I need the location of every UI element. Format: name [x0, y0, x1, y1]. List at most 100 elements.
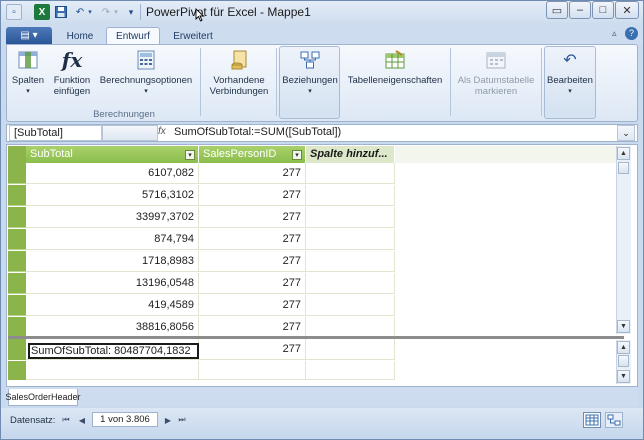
scroll-thumb[interactable]	[618, 162, 629, 174]
bearbeiten-button[interactable]: ↶ Bearbeiten ▾	[544, 48, 596, 97]
first-record-icon[interactable]: ⏮	[60, 414, 72, 426]
restore-button[interactable]: ▭	[546, 1, 568, 19]
row-selector[interactable]	[8, 295, 26, 316]
ribbon-separator	[276, 48, 277, 116]
cell-subtotal[interactable]: 6107,082	[26, 163, 199, 184]
scroll-down-icon[interactable]: ▼	[617, 320, 630, 333]
cell-subtotal[interactable]: 1718,8983	[26, 251, 199, 272]
mouse-cursor-icon	[195, 7, 205, 22]
cell-salespersonid[interactable]: 277	[199, 317, 306, 338]
measure-cell[interactable]: SumOfSubTotal: 80487704,1832	[28, 343, 199, 359]
calc-scroll-thumb[interactable]	[618, 355, 629, 367]
column-header-subtotal[interactable]: SubTotal	[26, 146, 199, 163]
cell-salespersonid[interactable]: 277	[199, 251, 306, 272]
cell-add-column[interactable]	[306, 317, 395, 338]
save-icon[interactable]	[53, 4, 69, 20]
next-record-icon[interactable]: ▶	[162, 414, 174, 426]
calc-cell[interactable]	[306, 361, 395, 380]
cell-subtotal[interactable]: 13196,0548	[26, 273, 199, 294]
beziehungen-button[interactable]: Beziehungen ▾	[280, 48, 340, 97]
berechnungsoptionen-label: Berechnungsoptionen	[99, 75, 193, 86]
ribbon-minimize-icon[interactable]: ▵	[612, 28, 622, 40]
row-selector[interactable]	[8, 317, 26, 338]
scroll-up-icon[interactable]: ▲	[617, 147, 630, 160]
row-selector[interactable]	[8, 229, 26, 250]
name-box[interactable]: [SubTotal]	[9, 125, 102, 141]
funktion-einfuegen-button[interactable]: fx Funktion einfügen	[50, 48, 94, 98]
calc-scroll-up-icon[interactable]: ▲	[617, 341, 630, 354]
cell-add-column[interactable]	[306, 273, 395, 294]
calc-cell[interactable]	[199, 341, 306, 360]
cell-salespersonid[interactable]: 277	[199, 185, 306, 206]
customize-qat-icon[interactable]: ▾	[123, 4, 139, 20]
verbindungen-label: Verbindungen	[209, 86, 269, 97]
select-all-corner[interactable]	[8, 146, 26, 163]
expand-formula-bar-icon[interactable]: ⌄	[617, 125, 635, 141]
previous-record-icon[interactable]: ◀	[76, 414, 88, 426]
window-menu-icon[interactable]: ▫	[6, 4, 22, 20]
close-button[interactable]: ✕	[615, 1, 639, 19]
diagram-view-icon[interactable]	[605, 412, 623, 428]
cell-salespersonid[interactable]: 277	[199, 273, 306, 294]
calc-cell[interactable]	[26, 361, 199, 380]
last-record-icon[interactable]: ⏭	[176, 414, 188, 426]
cell-add-column[interactable]	[306, 207, 395, 228]
cell-add-column[interactable]	[306, 229, 395, 250]
minimize-button[interactable]: –	[569, 1, 591, 19]
cell-add-column[interactable]	[306, 185, 395, 206]
grid-view-icon[interactable]	[583, 412, 601, 428]
cell-subtotal[interactable]: 38816,8056	[26, 317, 199, 338]
column-header-add-column[interactable]: Spalte hinzuf...	[306, 146, 395, 163]
row-selector[interactable]	[8, 185, 26, 206]
row-selector[interactable]	[8, 273, 26, 294]
column-header-label: Spalte hinzuf...	[310, 148, 388, 160]
spalten-label: Spalten	[11, 75, 45, 86]
tab-entwurf[interactable]: Entwurf	[106, 27, 160, 45]
filter-dropdown-icon[interactable]: ▾	[185, 150, 195, 160]
als-datumstabelle-button[interactable]: Als Datumstabelle markieren	[453, 48, 539, 97]
column-header-label: SubTotal	[30, 148, 73, 160]
fx-icon[interactable]: fx	[158, 126, 172, 140]
vorhandene-verbindungen-button[interactable]: Vorhandene Verbindungen	[204, 48, 274, 97]
vertical-scrollbar[interactable]	[616, 146, 631, 334]
help-icon[interactable]: ?	[625, 27, 638, 40]
row-selector[interactable]	[8, 251, 26, 272]
vorhandene-label: Vorhandene	[213, 75, 265, 86]
tabelleneigenschaften-button[interactable]: Tabelleneigenschaften	[343, 48, 447, 86]
cell-salespersonid[interactable]: 277	[199, 207, 306, 228]
calculator-icon	[134, 48, 158, 72]
excel-logo-icon[interactable]: X	[34, 4, 50, 20]
cell-subtotal[interactable]: 5716,3102	[26, 185, 199, 206]
cell-add-column[interactable]	[306, 251, 395, 272]
undo-dropdown-icon[interactable]: ▾	[86, 4, 94, 20]
calc-cell[interactable]	[306, 341, 395, 360]
cell-subtotal[interactable]: 33997,3702	[26, 207, 199, 228]
column-header-salespersonid[interactable]: SalesPersonID	[199, 146, 306, 163]
relationships-icon	[298, 48, 322, 72]
formula-input[interactable]: SumOfSubTotal:=SUM([SubTotal])	[174, 126, 341, 138]
file-menu-button[interactable]: ▤ ▾	[6, 27, 52, 44]
calc-scroll-down-icon[interactable]: ▼	[617, 370, 630, 383]
cell-salespersonid[interactable]: 277	[199, 229, 306, 250]
name-box-dropdown[interactable]	[102, 125, 158, 141]
filter-active-icon[interactable]: ▾	[292, 150, 302, 160]
cell-subtotal[interactable]: 874,794	[26, 229, 199, 250]
tab-home[interactable]: Home	[58, 27, 102, 45]
record-position-field[interactable]: 1 von 3.806	[92, 412, 158, 427]
calc-cell[interactable]	[199, 361, 306, 380]
spalten-button[interactable]: Spalten ▾	[9, 48, 47, 97]
row-selector[interactable]	[8, 163, 26, 184]
calculation-area-splitter[interactable]	[8, 336, 624, 339]
sheet-tab-salesorderheader[interactable]: SalesOrderHeader	[5, 389, 81, 406]
tab-erweitert[interactable]: Erweitert	[166, 27, 220, 45]
cell-subtotal[interactable]: 419,4589	[26, 295, 199, 316]
cell-add-column[interactable]	[306, 295, 395, 316]
maximize-button[interactable]: □	[592, 1, 614, 19]
berechnungsoptionen-button[interactable]: Berechnungsoptionen ▾	[96, 48, 196, 97]
row-selector[interactable]	[8, 207, 26, 228]
redo-dropdown-icon[interactable]: ▾	[112, 4, 120, 20]
ribbon-separator	[541, 48, 542, 116]
cell-add-column[interactable]	[306, 163, 395, 184]
cell-salespersonid[interactable]: 277	[199, 295, 306, 316]
cell-salespersonid[interactable]: 277	[199, 163, 306, 184]
